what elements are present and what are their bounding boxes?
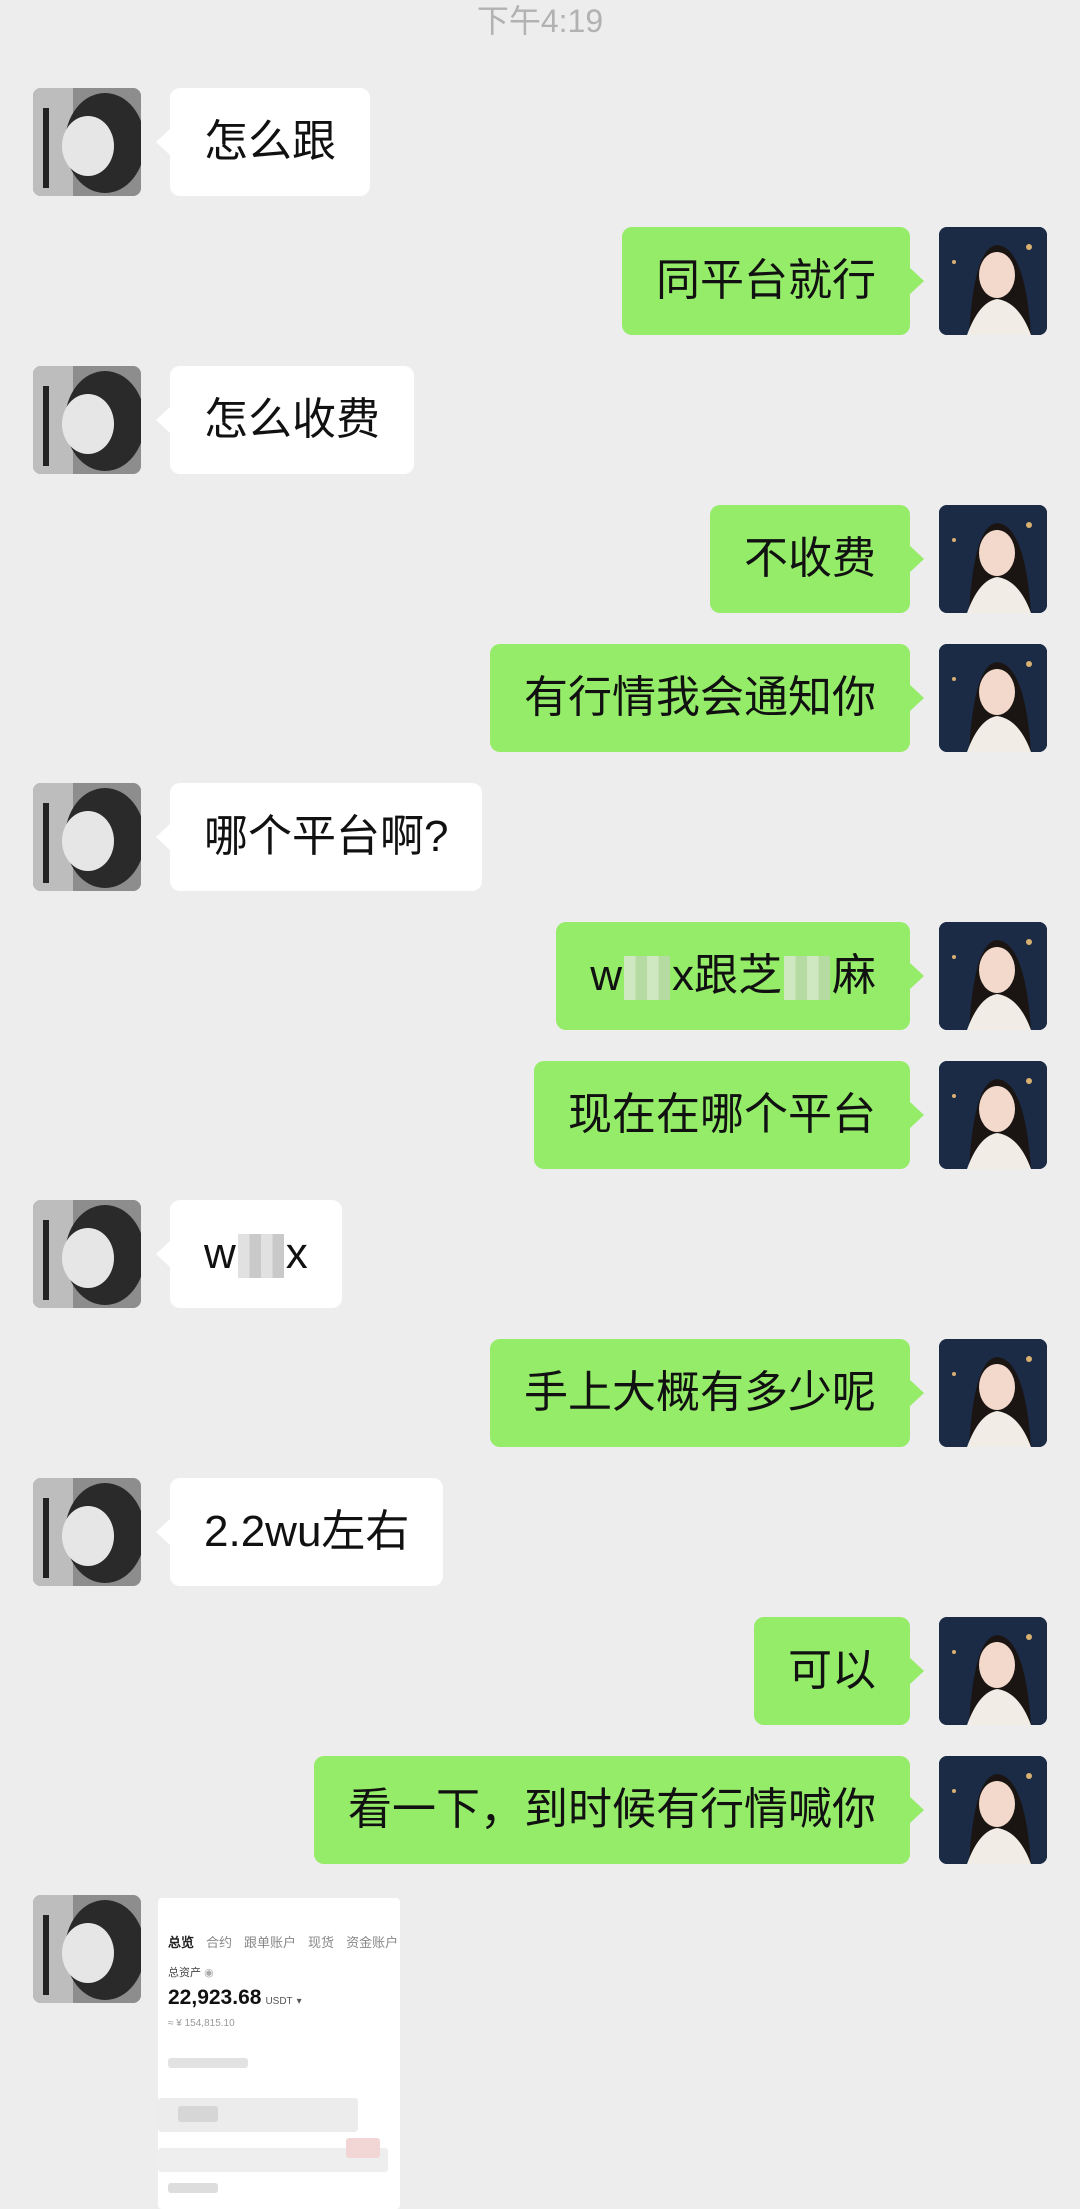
message-text: x — [285, 1229, 308, 1278]
screenshot-tab: 跟单账户 — [244, 1935, 297, 1950]
self-avatar[interactable] — [939, 644, 1047, 752]
currency-unit: USDT — [265, 1996, 293, 2007]
outgoing-message-bubble[interactable]: 现在在哪个平台 — [534, 1061, 924, 1169]
woman-portrait-avatar-icon — [939, 1756, 1047, 1864]
outgoing-message-bubble[interactable]: 手上大概有多少呢 — [490, 1339, 924, 1447]
screenshot-tabs: 总览合约跟单账户现货资金账户理 — [168, 1932, 400, 1951]
self-avatar[interactable] — [939, 1756, 1047, 1864]
redaction-mosaic — [624, 956, 670, 1001]
message-row: 怎么跟 — [0, 88, 1080, 198]
chat-timestamp: 下午4:19 — [476, 3, 604, 39]
grayscale-portrait-avatar-icon — [33, 366, 141, 474]
message-row: 手上大概有多少呢 — [0, 1339, 1080, 1449]
total-assets-label: 总资产 ◉ — [168, 1964, 214, 1980]
contact-avatar[interactable] — [33, 783, 141, 891]
redaction-mosaic — [784, 956, 830, 1001]
message-row: 怎么收费 — [0, 366, 1080, 476]
message-row: wx — [0, 1200, 1080, 1310]
contact-avatar[interactable] — [33, 1895, 141, 2003]
incoming-message-bubble[interactable]: wx — [156, 1200, 342, 1308]
redaction-mosaic — [237, 1234, 284, 1279]
outgoing-message-bubble[interactable]: 不收费 — [710, 505, 924, 613]
message-text: 麻 — [832, 951, 876, 1000]
blurred-area — [178, 2106, 218, 2122]
woman-portrait-avatar-icon — [939, 1061, 1047, 1169]
screenshot-tab: 总览 — [168, 1935, 195, 1950]
image-message-screenshot[interactable]: 总览合约跟单账户现货资金账户理 总资产 ◉ 22,923.68USDT▾ ≈ ¥… — [158, 1898, 400, 2209]
self-avatar[interactable] — [939, 1339, 1047, 1447]
grayscale-portrait-avatar-icon — [33, 88, 141, 196]
grayscale-portrait-avatar-icon — [33, 1478, 141, 1586]
message-row: 同平台就行 — [0, 227, 1080, 337]
outgoing-message-bubble[interactable]: 同平台就行 — [622, 227, 924, 335]
total-assets-amount: 22,923.68 — [168, 1986, 262, 2009]
self-avatar[interactable] — [939, 1617, 1047, 1725]
message-text: x跟芝 — [672, 951, 782, 1000]
woman-portrait-avatar-icon — [939, 505, 1047, 613]
dropdown-caret-icon: ▾ — [296, 1996, 302, 2007]
incoming-message-bubble[interactable]: 哪个平台啊? — [155, 783, 483, 891]
outgoing-message-bubble[interactable]: 看一下，到时候有行情喊你 — [314, 1756, 924, 1864]
contact-avatar[interactable] — [33, 1200, 141, 1308]
message-row: 不收费 — [0, 505, 1080, 615]
screenshot-tab: 资金账户 — [346, 1935, 399, 1950]
total-assets-label-text: 总资产 — [168, 1967, 201, 1979]
outgoing-message-bubble[interactable]: w x跟芝 麻 — [556, 922, 924, 1030]
contact-avatar[interactable] — [33, 88, 141, 196]
message-row: 现在在哪个平台 — [0, 1061, 1080, 1171]
blurred-area — [346, 2138, 380, 2158]
grayscale-portrait-avatar-icon — [33, 1200, 141, 1308]
self-avatar[interactable] — [939, 227, 1047, 335]
message-row: 可以 — [0, 1617, 1080, 1727]
message-text: w — [204, 1229, 236, 1278]
self-avatar[interactable] — [939, 505, 1047, 613]
message-text: w — [590, 951, 622, 1000]
outgoing-message-bubble[interactable]: 有行情我会通知你 — [490, 644, 924, 752]
woman-portrait-avatar-icon — [939, 227, 1047, 335]
self-avatar[interactable] — [939, 922, 1047, 1030]
blurred-area — [168, 2058, 248, 2068]
message-row: 有行情我会通知你 — [0, 644, 1080, 754]
message-row: 哪个平台啊? — [0, 783, 1080, 893]
grayscale-portrait-avatar-icon — [33, 783, 141, 891]
woman-portrait-avatar-icon — [939, 922, 1047, 1030]
woman-portrait-avatar-icon — [939, 644, 1047, 752]
screenshot-tab: 现货 — [308, 1935, 335, 1950]
message-row: 看一下，到时候有行情喊你 — [0, 1756, 1080, 1866]
woman-portrait-avatar-icon — [939, 1339, 1047, 1447]
incoming-message-bubble[interactable]: 怎么收费 — [156, 366, 414, 474]
incoming-message-bubble[interactable]: 2.2wu左右 — [155, 1478, 444, 1586]
screenshot-tab: 合约 — [206, 1935, 233, 1950]
contact-avatar[interactable] — [33, 1478, 141, 1586]
eye-icon: ◉ — [204, 1967, 214, 1979]
self-avatar[interactable] — [939, 1061, 1047, 1169]
total-assets-value: 22,923.68 USDT ▾ — [168, 1986, 302, 2010]
blurred-area — [168, 2183, 218, 2193]
message-row: 2.2wu左右 — [0, 1478, 1080, 1588]
approx-value: ≈ ¥ 154,815.10 — [168, 2018, 235, 2029]
grayscale-portrait-avatar-icon — [33, 1895, 141, 2003]
message-row: w x跟芝 麻 — [0, 922, 1080, 1032]
contact-avatar[interactable] — [33, 366, 141, 474]
woman-portrait-avatar-icon — [939, 1617, 1047, 1725]
incoming-message-bubble[interactable]: 怎么跟 — [156, 88, 370, 196]
outgoing-message-bubble[interactable]: 可以 — [754, 1617, 924, 1725]
